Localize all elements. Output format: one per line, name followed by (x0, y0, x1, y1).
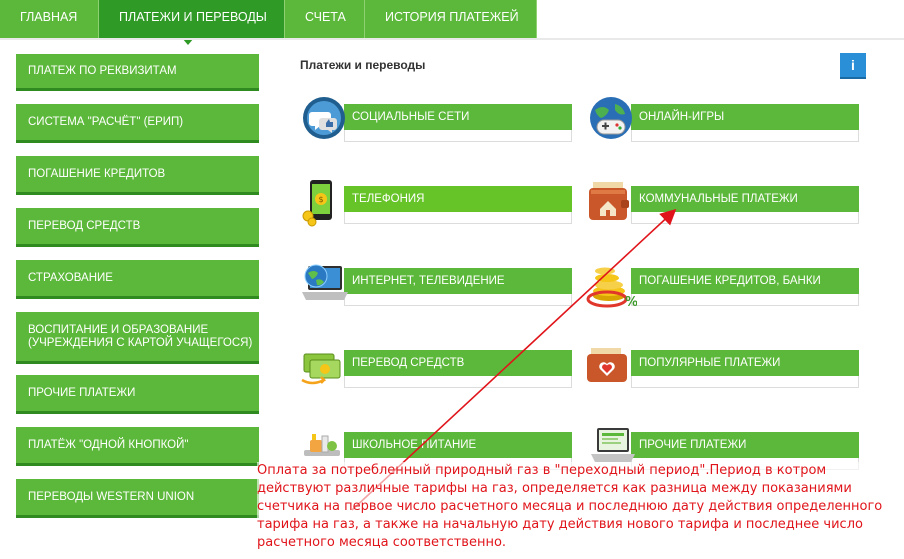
category-label: ШКОЛЬНОЕ ПИТАНИЕ (344, 432, 572, 458)
category-label: ОНЛАЙН-ИГРЫ (631, 104, 859, 130)
category-panel (344, 212, 572, 224)
sidebar-item-label: СИСТЕМА "РАСЧЁТ" (ЕРИП) (28, 115, 184, 128)
category-panel (631, 130, 859, 142)
sidebar-item-label: ПЛАТЁЖ "ОДНОЙ КНОПКОЙ" (28, 438, 189, 451)
category-label: ИНТЕРНЕТ, ТЕЛЕВИДЕНИЕ (344, 268, 572, 294)
top-navigation: ГЛАВНАЯ ПЛАТЕЖИ И ПЕРЕВОДЫ СЧЕТА ИСТОРИЯ… (0, 0, 904, 38)
page-title: Платежи и переводы (300, 58, 426, 72)
sidebar-item-western-union[interactable]: ПЕРЕВОДЫ WESTERN UNION (16, 479, 259, 518)
category-online-games[interactable]: ОНЛАЙН-ИГРЫ (585, 94, 875, 154)
tab-main[interactable]: ГЛАВНАЯ (0, 0, 99, 38)
category-label: СОЦИАЛЬНЫЕ СЕТИ (344, 104, 572, 130)
svg-text:%: % (625, 295, 637, 310)
gamepad-globe-icon (590, 97, 632, 139)
sidebar-item-label: ВОСПИТАНИЕ И ОБРАЗОВАНИЕ (УЧРЕЖДЕНИЯ С К… (28, 323, 253, 349)
sidebar-item-education[interactable]: ВОСПИТАНИЕ И ОБРАЗОВАНИЕ (УЧРЕЖДЕНИЯ С К… (16, 312, 259, 364)
tab-accounts[interactable]: СЧЕТА (285, 0, 365, 38)
category-label: КОММУНАЛЬНЫЕ ПЛАТЕЖИ (631, 186, 859, 212)
svg-text:$: $ (318, 195, 323, 204)
category-money-transfer[interactable]: ПЕРЕВОД СРЕДСТВ (298, 340, 588, 400)
sidebar-item-one-click-payment[interactable]: ПЛАТЁЖ "ОДНОЙ КНОПКОЙ" (16, 427, 259, 466)
sidebar-item-label: СТРАХОВАНИЕ (28, 271, 113, 284)
category-popular-payments[interactable]: ПОПУЛЯРНЫЕ ПЛАТЕЖИ (585, 340, 875, 400)
category-label: ПЕРЕВОД СРЕДСТВ (344, 350, 572, 376)
category-telephony[interactable]: ТЕЛЕФОНИЯ $ (298, 176, 588, 236)
sidebar-item-label: ПЕРЕВОД СРЕДСТВ (28, 219, 141, 232)
annotation-note: Оплата за потребленный природный газ в "… (257, 462, 897, 552)
sidebar-item-money-transfer[interactable]: ПЕРЕВОД СРЕДСТВ (16, 208, 259, 247)
sidebar-item-erip[interactable]: СИСТЕМА "РАСЧЁТ" (ЕРИП) (16, 104, 259, 143)
sidebar-item-label: ПЕРЕВОДЫ WESTERN UNION (28, 490, 195, 503)
sidebar-item-loan-repayment[interactable]: ПОГАШЕНИЕ КРЕДИТОВ (16, 156, 259, 195)
info-button[interactable]: i (840, 53, 866, 79)
category-label: ТЕЛЕФОНИЯ (344, 186, 572, 212)
sidebar-item-label: ПОГАШЕНИЕ КРЕДИТОВ (28, 167, 166, 180)
category-panel (344, 130, 572, 142)
sidebar-item-label: ПЛАТЕЖ ПО РЕКВИЗИТАМ (28, 64, 177, 77)
category-panel (631, 376, 859, 388)
tab-payments-transfers[interactable]: ПЛАТЕЖИ И ПЕРЕВОДЫ (99, 0, 285, 38)
category-label: ПРОЧИЕ ПЛАТЕЖИ (631, 432, 859, 458)
category-panel (344, 376, 572, 388)
sidebar-item-insurance[interactable]: СТРАХОВАНИЕ (16, 260, 259, 299)
heart-wallet-icon (587, 348, 627, 382)
category-label: ПОГАШЕНИЕ КРЕДИТОВ, БАНКИ (631, 268, 859, 294)
smartphone-icon: $ (302, 180, 332, 227)
category-social-networks[interactable]: СОЦИАЛЬНЫЕ СЕТИ (298, 94, 588, 154)
sidebar-item-label: ПРОЧИЕ ПЛАТЕЖИ (28, 386, 136, 399)
sidebar-item-payment-by-details[interactable]: ПЛАТЕЖ ПО РЕКВИЗИТАМ (16, 54, 259, 91)
coins-percent-icon: % (586, 267, 637, 310)
sidebar-item-other-payments[interactable]: ПРОЧИЕ ПЛАТЕЖИ (16, 375, 259, 414)
category-panel (344, 294, 572, 306)
nav-divider (0, 38, 904, 40)
category-internet-tv[interactable]: ИНТЕРНЕТ, ТЕЛЕВИДЕНИЕ (298, 258, 588, 318)
category-panel (631, 294, 859, 306)
money-transfer-icon (301, 353, 341, 385)
category-loans-banks[interactable]: ПОГАШЕНИЕ КРЕДИТОВ, БАНКИ % (585, 258, 875, 318)
house-wallet-icon (589, 182, 629, 220)
tab-payment-history[interactable]: ИСТОРИЯ ПЛАТЕЖЕЙ (365, 0, 537, 38)
category-utility-payments[interactable]: КОММУНАЛЬНЫЕ ПЛАТЕЖИ (585, 176, 875, 236)
laptop-globe-icon (302, 264, 348, 300)
social-network-icon (303, 97, 345, 139)
category-panel (631, 212, 859, 224)
category-label: ПОПУЛЯРНЫЕ ПЛАТЕЖИ (631, 350, 859, 376)
